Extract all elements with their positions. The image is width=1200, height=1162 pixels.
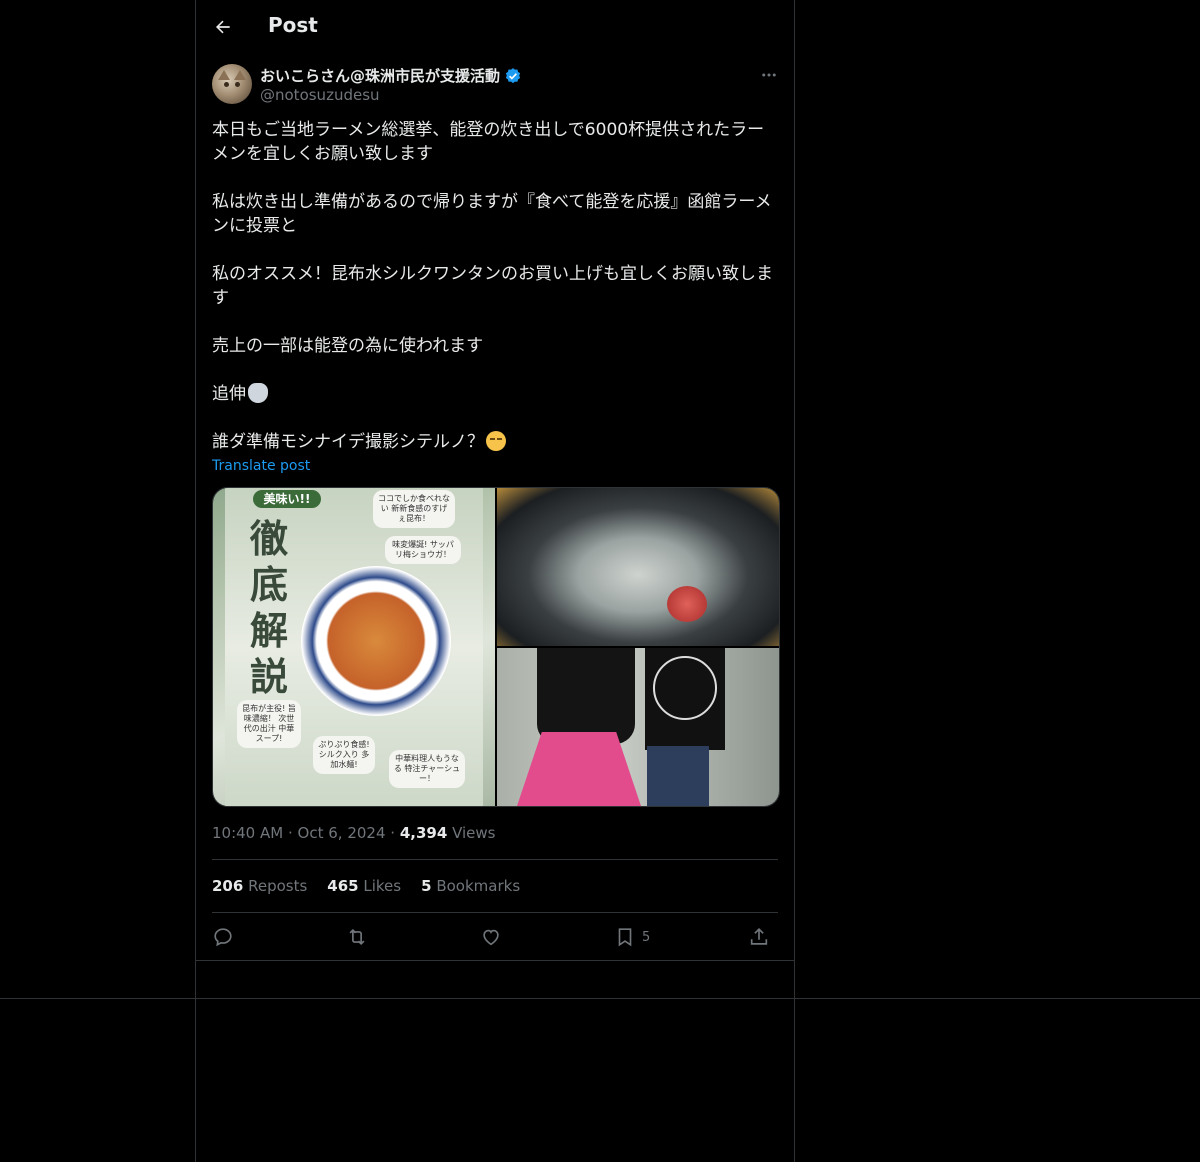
menu-note: 中華料理人もうなる 特注チャーシュー！ — [389, 750, 465, 788]
post-body: 本日もご当地ラーメン総選挙、能登の炊き出しで6000杯提供されたラーメンを宜しく… — [212, 118, 780, 454]
post-paragraph-with-emoji: 誰ダ準備モシナイデ撮影シテルノ？ — [212, 430, 780, 454]
media-image-menu-board[interactable]: 美味い!! 徹底解説 ココでしか食べれない 新新食感のすげぇ昆布！ 味変爆誕! … — [213, 488, 495, 806]
unamused-face-emoji-icon — [486, 431, 506, 451]
repost-button[interactable] — [346, 924, 368, 950]
avatar-ear — [234, 70, 246, 80]
post-paragraph: 本日もご当地ラーメン総選挙、能登の炊き出しで6000杯提供されたラーメンを宜しく… — [212, 120, 765, 164]
bookmarks-stat[interactable]: 5 Bookmarks — [421, 877, 520, 895]
post-time[interactable]: 10:40 AM — [212, 824, 283, 842]
post-paragraph: 追伸 — [212, 384, 246, 404]
menu-note: 味変爆誕! サッパリ梅ショウガ！ — [385, 536, 461, 564]
divider — [212, 912, 778, 913]
avatar-eye — [235, 82, 240, 87]
divider — [212, 859, 778, 860]
translate-post-link[interactable]: Translate post — [212, 458, 310, 474]
media-grid: 美味い!! 徹底解説 ココでしか食べれない 新新食感のすげぇ昆布！ 味変爆誕! … — [212, 487, 780, 807]
post-column: Post おいこらさん@珠洲市民が支援活動 @notosuzudesu 本日もご… — [195, 0, 795, 1162]
post-bottom-border — [196, 960, 794, 961]
author-handle[interactable]: @notosuzudesu — [260, 86, 380, 104]
avatar[interactable] — [212, 64, 252, 104]
share-icon — [750, 928, 768, 945]
like-button[interactable] — [480, 924, 502, 950]
media-image-wonton-bowl[interactable] — [497, 488, 779, 646]
post-paragraph-with-emoji: 追伸 — [212, 382, 780, 406]
share-button[interactable] — [748, 924, 770, 950]
pink-skirt — [517, 732, 641, 806]
menu-kanji-title: 徹底解説 — [249, 516, 288, 699]
jeans — [647, 746, 709, 806]
post-paragraph: 私のオススメ！昆布水シルクワンタンのお買い上げも宜しくお願い致します — [212, 264, 773, 308]
ramen-bowl — [301, 566, 451, 716]
reposts-label: Reposts — [248, 877, 308, 895]
bookmarks-label: Bookmarks — [436, 877, 521, 895]
post-stats: 206 Reposts 465 Likes 5 Bookmarks — [212, 877, 520, 895]
reposts-count: 206 — [212, 877, 244, 895]
menu-tagline: 美味い!! — [253, 490, 321, 508]
views-count: 4,394 — [399, 824, 448, 842]
menu-note: ぷりぷり食感! シルク入り 多加水麺! — [313, 736, 375, 774]
heart-icon — [483, 929, 499, 946]
post-paragraph: 誰ダ準備モシナイデ撮影シテルノ？ — [212, 432, 484, 452]
post-date[interactable]: Oct 6, 2024 — [298, 824, 386, 842]
author-name-row: おいこらさん@珠洲市民が支援活動 — [260, 65, 522, 86]
reply-icon — [214, 928, 232, 947]
meta-separator: · — [287, 824, 298, 842]
cat-face-emoji-icon — [248, 383, 268, 403]
post-header: Post — [196, 0, 794, 53]
page-title: Post — [268, 13, 318, 37]
post-meta: 10:40 AM · Oct 6, 2024 · 4,394 Views — [212, 824, 495, 842]
reposts-stat[interactable]: 206 Reposts — [212, 877, 307, 895]
more-dots-icon — [762, 73, 776, 77]
more-options-button[interactable] — [758, 64, 780, 86]
menu-note: ココでしか食べれない 新新食感のすげぇ昆布！ — [373, 490, 455, 528]
bookmarks-count: 5 — [421, 877, 432, 895]
author-display-name[interactable]: おいこらさん@珠洲市民が支援活動 — [260, 65, 500, 86]
bookmark-icon — [618, 928, 632, 947]
media-image-people[interactable] — [497, 648, 779, 806]
meta-separator: · — [390, 824, 400, 842]
likes-count: 465 — [327, 877, 359, 895]
arrow-left-icon — [216, 20, 230, 34]
pickled-plum — [667, 586, 707, 622]
menu-note: 昆布が主役! 旨味濃縮！ 次世代の出汁 中華スープ! — [237, 700, 301, 748]
likes-stat[interactable]: 465 Likes — [327, 877, 401, 895]
avatar-eye — [224, 82, 229, 87]
likes-label: Likes — [363, 877, 402, 895]
repost-icon — [349, 928, 365, 946]
post-paragraph: 売上の一部は能登の為に使われます — [212, 336, 484, 356]
views-label: Views — [452, 824, 496, 842]
bookmark-button[interactable]: 5 — [614, 924, 650, 950]
avatar-ear — [218, 70, 230, 80]
reply-button[interactable] — [212, 924, 234, 950]
shirt-logo — [653, 656, 717, 720]
back-button[interactable] — [210, 14, 236, 40]
bookmark-count: 5 — [642, 929, 651, 945]
post-paragraph: 私は炊き出し準備があるので帰りますが『食べて能登を応援』函館ラーメンに投票と — [212, 192, 772, 236]
verified-badge-icon[interactable] — [504, 67, 522, 85]
person-shirt — [537, 648, 635, 744]
action-bar: 5 — [212, 924, 778, 950]
